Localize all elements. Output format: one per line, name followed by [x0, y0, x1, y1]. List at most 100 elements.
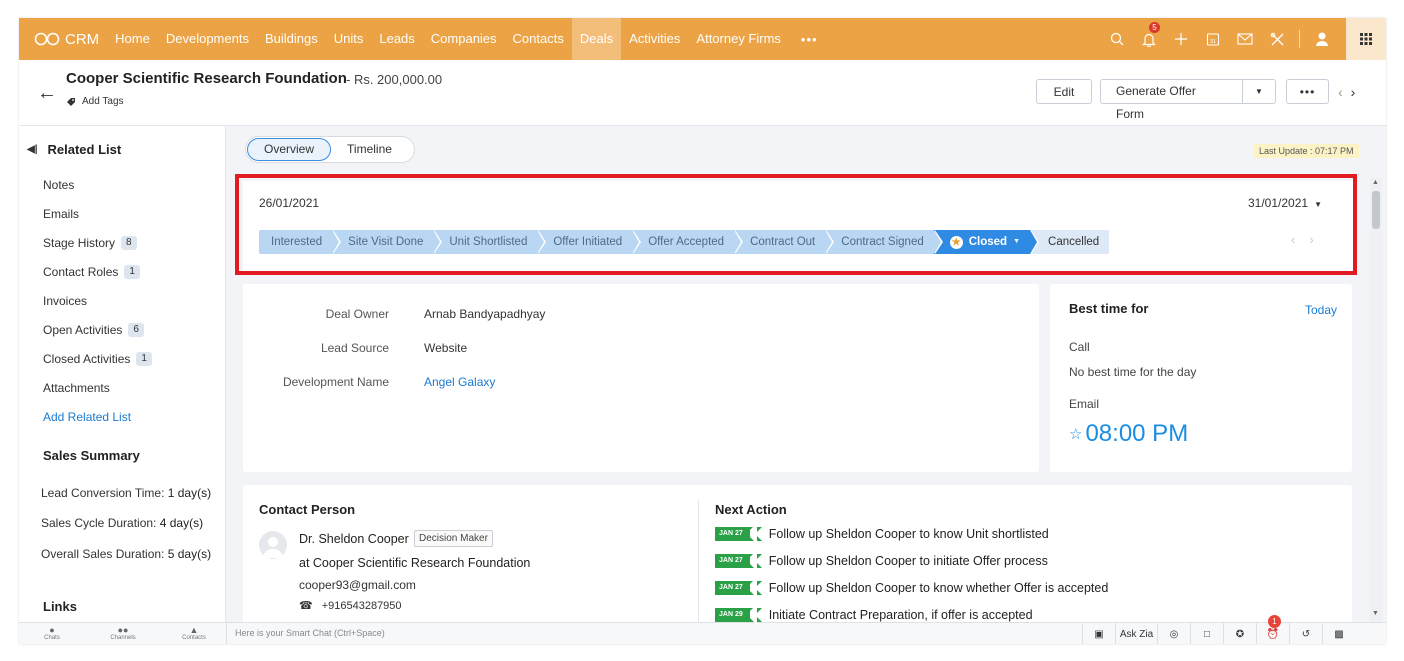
sidebar-item-count-badge: 8 — [121, 235, 137, 250]
history-icon[interactable]: ↺ — [1289, 623, 1322, 644]
contact-avatar[interactable] — [259, 531, 287, 559]
deal-details-card: Deal Owner Arnab Bandyapadhyay Lead Source… — [243, 284, 1039, 472]
next-record-icon[interactable]: › — [1351, 84, 1356, 100]
sidebar-item-notes[interactable]: Notes — [43, 170, 152, 199]
next-action-item[interactable]: JAN 27 Follow up Sheldon Cooper to know w… — [715, 577, 1109, 598]
edit-button[interactable]: Edit — [1036, 79, 1092, 104]
sidebar-item-stage-history[interactable]: Stage History 8 — [43, 228, 152, 257]
best-time-email-value: ☆ 08:00 PM — [1069, 420, 1188, 448]
generate-offer-form-button[interactable]: Generate Offer Form ▼ — [1100, 79, 1276, 121]
nav-tab-attorney-firms[interactable]: Attorney Firms — [688, 18, 789, 60]
sidebar-item-contact-roles[interactable]: Contact Roles 1 — [43, 257, 152, 286]
screen-share-icon[interactable]: ▣ — [1082, 623, 1115, 644]
zia-icon[interactable]: ✪ — [1223, 623, 1256, 644]
collapse-sidebar-icon[interactable]: ◀| — [27, 144, 38, 155]
record-pager: ‹ › — [1338, 84, 1363, 100]
add-tags-link[interactable]: Add Tags — [66, 96, 124, 107]
mail-icon[interactable] — [1229, 18, 1261, 60]
nav-tab-leads[interactable]: Leads — [371, 18, 422, 60]
contact-email[interactable]: cooper93@gmail.com — [299, 578, 416, 592]
related-list-heading[interactable]: ◀| Related List — [27, 142, 121, 157]
calendar-icon[interactable]: 31 — [1197, 18, 1229, 60]
alarm-clock-icon[interactable]: ⏰ 1 — [1256, 615, 1289, 644]
contact-phone[interactable]: ☎ +916543287950 — [299, 599, 402, 613]
previous-record-icon[interactable]: ‹ — [1338, 84, 1343, 100]
sidebar-item-label: Notes — [43, 177, 75, 192]
next-action-text: Follow up Sheldon Cooper to know Unit sh… — [768, 527, 1049, 541]
plus-icon[interactable] — [1165, 18, 1197, 60]
tools-icon[interactable] — [1261, 18, 1293, 60]
search-icon[interactable] — [1101, 18, 1133, 60]
nav-tab-units[interactable]: Units — [326, 18, 372, 60]
bottom-tab-chats[interactable]: ● Chats — [37, 625, 67, 641]
sidebar-item-label: Attachments — [43, 380, 110, 395]
crm-app-window: CRM Home Developments Buildings Units Leads C… — [19, 18, 1386, 644]
add-related-list-link[interactable]: Add Related List — [43, 402, 152, 431]
links-title: Links — [43, 599, 77, 614]
more-actions-button[interactable]: ••• — [1286, 79, 1329, 104]
generate-offer-form-label[interactable]: Generate Offer Form — [1101, 80, 1244, 121]
bottom-bar-separator — [226, 623, 227, 644]
tab-overview[interactable]: Overview — [247, 138, 332, 161]
detail-label: Lead Source — [320, 341, 389, 355]
bottom-utility-icons: ▣ Ask Zia ◎ □ ✪ ⏰ 1 ↺ ▩ — [1082, 615, 1355, 644]
star-icon: ☆ — [1069, 426, 1083, 443]
scroll-up-icon[interactable]: ▲ — [1372, 179, 1379, 186]
chevron-down-icon[interactable]: ▼ — [1243, 87, 1275, 96]
nav-tab-activities[interactable]: Activities — [621, 18, 688, 60]
sidebar-item-closed-activities[interactable]: Closed Activities 1 — [43, 344, 152, 373]
bottom-tab-contacts-label: Contacts — [182, 635, 206, 641]
crm-brand-label: CRM — [65, 30, 100, 48]
detail-value: Arnab Bandyapadhyay — [424, 307, 546, 321]
contact-person-title: Contact Person — [259, 502, 356, 517]
sales-summary-row: Lead Conversion Time: 1 day(s) — [41, 486, 211, 500]
back-arrow-icon[interactable]: ← — [37, 82, 57, 105]
sidebar-item-open-activities[interactable]: Open Activities 6 — [43, 315, 152, 344]
notification-bell-icon[interactable]: 5 — [1133, 18, 1165, 60]
scroll-down-icon[interactable]: ▼ — [1372, 610, 1379, 617]
next-action-item[interactable]: JAN 27 Follow up Sheldon Cooper to initia… — [715, 550, 1048, 571]
apps-grid-icon[interactable] — [1346, 18, 1386, 60]
notification-count-badge: 5 — [1149, 22, 1160, 33]
bottom-tab-contacts[interactable]: ▲ Contacts — [179, 625, 209, 641]
nav-tab-deals[interactable]: Deals — [571, 18, 622, 60]
best-time-today-link[interactable]: Today — [1305, 303, 1337, 317]
nav-tab-buildings[interactable]: Buildings — [257, 18, 326, 60]
add-tags-label: Add Tags — [82, 96, 124, 107]
user-avatar-icon[interactable] — [1306, 18, 1338, 60]
crm-logo-icon — [34, 32, 60, 46]
nav-tab-contacts[interactable]: Contacts — [505, 18, 572, 60]
clipboard-icon[interactable]: □ — [1190, 623, 1223, 644]
next-action-date-badge: JAN 27 — [715, 523, 762, 544]
next-action-item[interactable]: JAN 27 Follow up Sheldon Cooper to know U… — [715, 523, 1049, 544]
scrollbar-thumb[interactable] — [1372, 191, 1380, 229]
crm-logo[interactable]: CRM — [34, 31, 99, 48]
bottom-tab-channels[interactable]: ●● Channels — [108, 625, 138, 641]
badge-notch — [749, 523, 757, 544]
sidebar-item-attachments[interactable]: Attachments — [43, 373, 152, 402]
nav-tab-developments[interactable]: Developments — [158, 18, 257, 60]
content-scrollbar[interactable] — [1370, 178, 1382, 622]
nav-more-button[interactable]: ••• — [789, 32, 830, 47]
bottom-tab-chats-label: Chats — [44, 635, 60, 641]
ask-zia-button[interactable]: Ask Zia — [1115, 623, 1157, 644]
tab-timeline[interactable]: Timeline — [331, 137, 408, 162]
sidebar-item-label: Closed Activities — [43, 351, 131, 366]
tag-icon — [67, 97, 75, 106]
next-action-item[interactable]: JAN 29 Initiate Contract Preparation, if … — [715, 604, 1033, 625]
nav-tab-companies[interactable]: Companies — [423, 18, 505, 60]
contact-name[interactable]: Dr. Sheldon Cooper — [299, 532, 409, 546]
detail-value[interactable]: Angel Galaxy — [424, 375, 495, 389]
best-time-email-text: 08:00 PM — [1085, 420, 1189, 447]
sidebar-item-emails[interactable]: Emails — [43, 199, 152, 228]
trash-icon[interactable]: ▩ — [1322, 623, 1355, 644]
nav-separator — [1299, 30, 1300, 48]
bottom-bar: ● Chats ●● Channels ▲ Contacts Here is your… — [19, 615, 1386, 644]
sidebar-item-invoices[interactable]: Invoices — [43, 286, 152, 315]
sales-summary-row: Overall Sales Duration: 5 day(s) — [41, 547, 211, 561]
gamepad-icon[interactable]: ◎ — [1157, 623, 1190, 644]
smart-chat-input[interactable]: Here is your Smart Chat (Ctrl+Space) — [235, 628, 385, 638]
sidebar-item-label: Contact Roles — [43, 264, 119, 279]
nav-tab-home[interactable]: Home — [107, 18, 158, 60]
next-action-text: Follow up Sheldon Cooper to know whether… — [768, 581, 1109, 595]
